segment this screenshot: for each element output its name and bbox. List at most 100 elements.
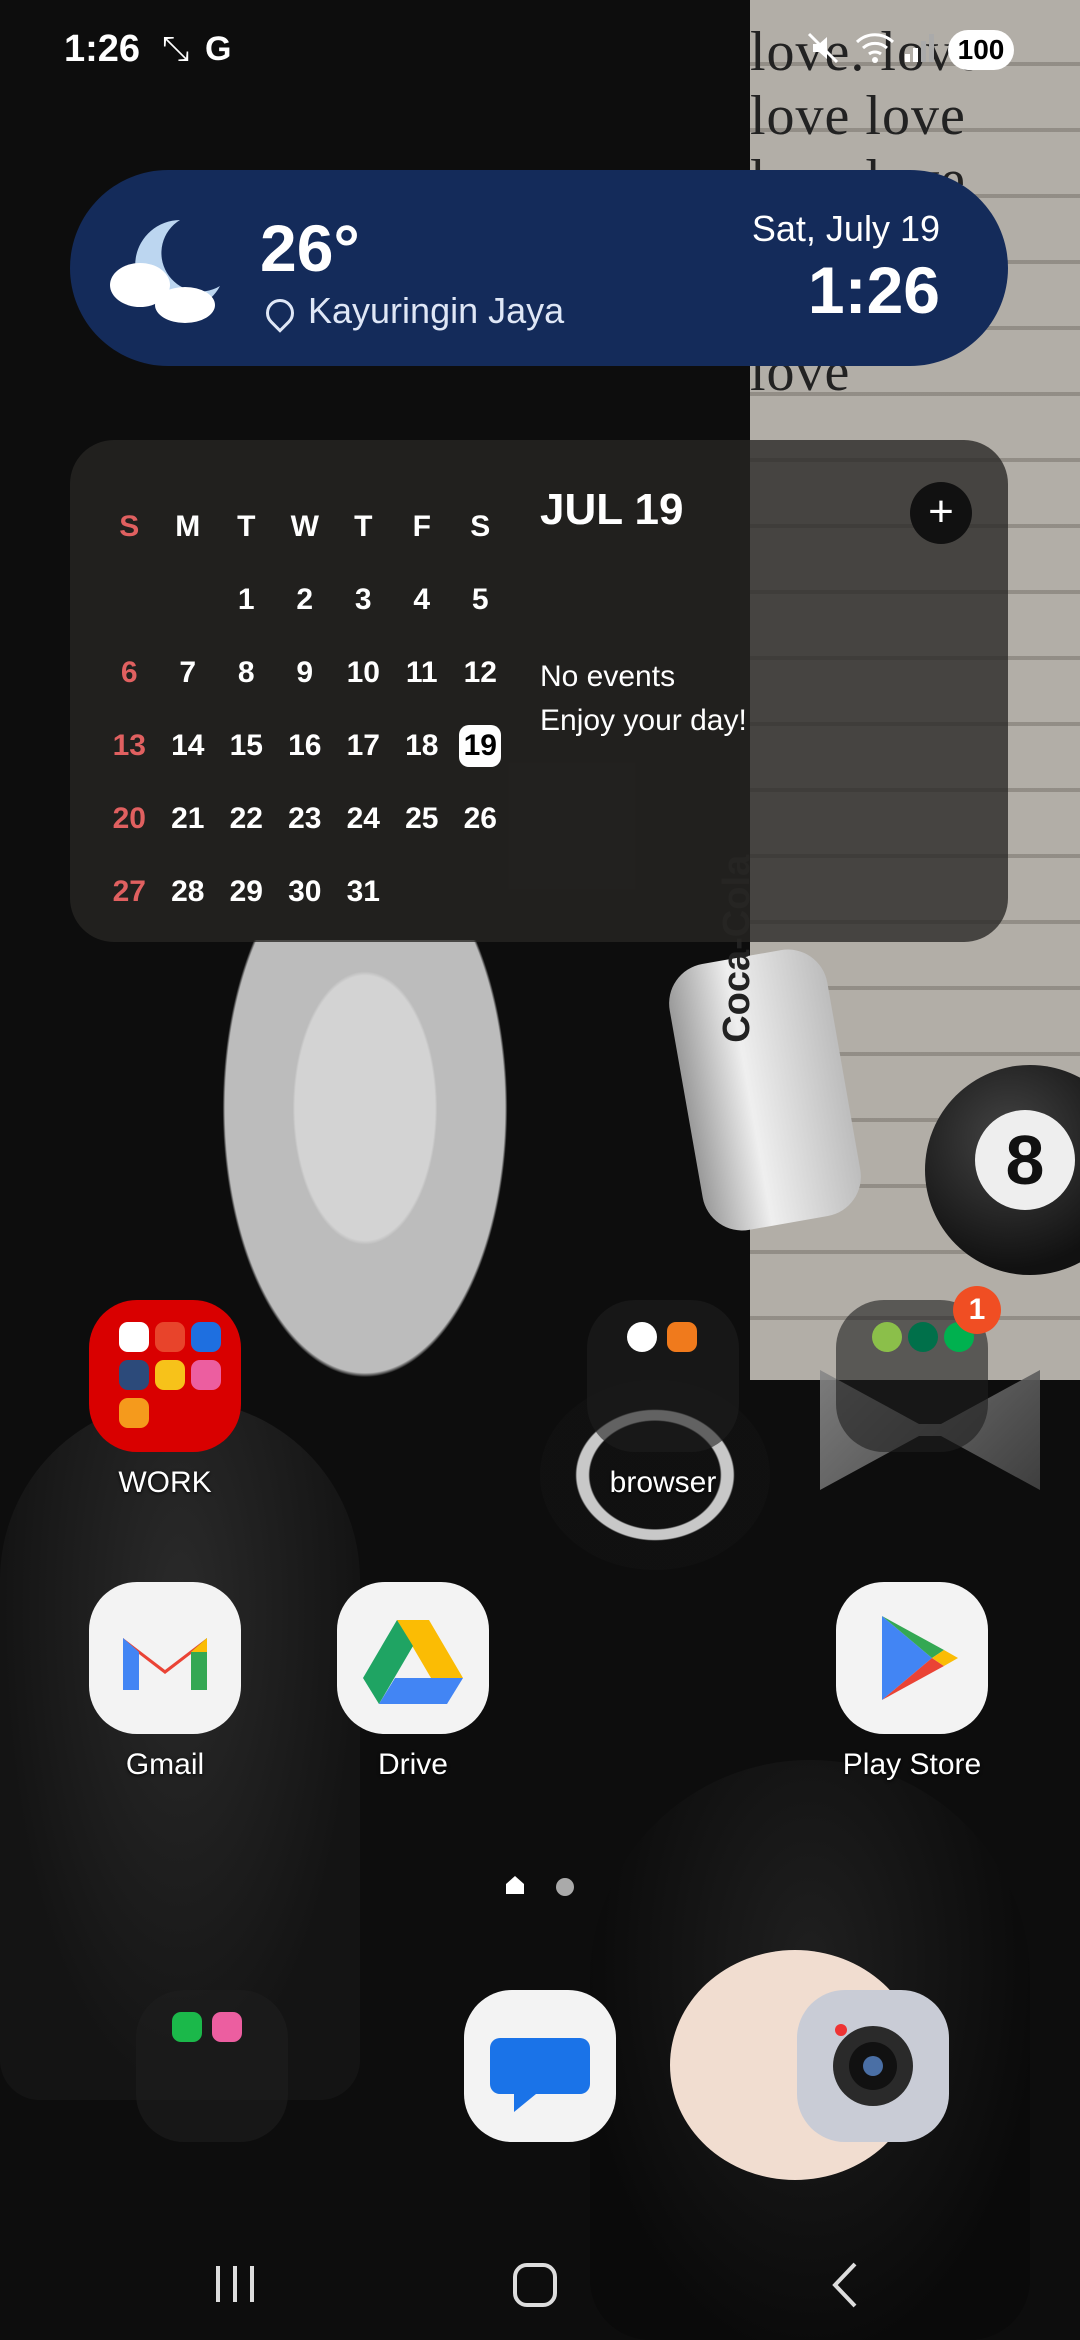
calendar-selected-date: JUL 19 — [540, 485, 684, 534]
calendar-day[interactable]: 8 — [217, 656, 276, 690]
calendar-week-row: 6 7 8 9 10 11 12 — [100, 636, 520, 709]
starbucks-icon — [908, 1322, 938, 1352]
app-icon — [119, 1360, 149, 1390]
wifi-icon — [855, 30, 895, 73]
folder-unnamed[interactable]: 1 — [812, 1286, 1012, 1452]
gallery-icon — [212, 2012, 242, 2042]
add-event-button[interactable]: + — [910, 482, 972, 544]
phone-icon — [172, 2012, 202, 2042]
dock-camera[interactable] — [773, 1990, 973, 2142]
weather-location: Kayuringin Jaya — [260, 290, 565, 334]
calendar-weekday-row: S M T W T F S — [100, 490, 520, 563]
work-folder-icon — [89, 1300, 241, 1452]
calendar-day[interactable]: 28 — [159, 875, 218, 909]
gmail-icon — [89, 1582, 241, 1734]
calendar-day[interactable]: 9 — [276, 656, 335, 690]
calendar-today-marker: 19 — [459, 724, 502, 767]
dock-folder[interactable] — [112, 1990, 312, 2142]
status-time: 1:26 — [64, 28, 141, 70]
calendar-day[interactable]: 17 — [334, 729, 393, 763]
messages-icon — [464, 1990, 616, 2142]
app-icon — [191, 1322, 221, 1352]
calendar-day[interactable]: 27 — [100, 875, 159, 909]
dock-messages[interactable] — [440, 1990, 640, 2142]
calendar-day[interactable]: 24 — [334, 802, 393, 836]
calendar-day[interactable]: 11 — [393, 656, 452, 690]
app-icon — [155, 1322, 185, 1352]
app-label: Play Store — [842, 1748, 982, 1781]
calendar-day[interactable]: 12 — [451, 656, 510, 690]
calendar-week-row: 27 28 29 30 31 — [100, 855, 520, 928]
calendar-week-row: 12345 — [100, 563, 520, 636]
status-bar: 1:26 ⤡ G 100 — [0, 0, 1080, 100]
recent-apps-button[interactable] — [190, 2250, 280, 2320]
calendar-day[interactable]: 14 — [159, 729, 218, 763]
google-drive-icon — [337, 1582, 489, 1734]
weather-clock: 1:26 — [807, 253, 940, 327]
mute-icon — [805, 30, 841, 75]
calendar-day[interactable]: 16 — [276, 729, 335, 763]
folder-work[interactable]: WORK — [65, 1300, 265, 1500]
notification-badge: 1 — [953, 1286, 1001, 1334]
calendar-day[interactable]: 6 — [100, 656, 159, 690]
enjoy-day-text: Enjoy your day! — [540, 704, 747, 737]
rotate-icon: ⤡ — [162, 30, 190, 68]
gallery-icon — [191, 1360, 221, 1390]
slack-icon — [119, 1322, 149, 1352]
app-gmail[interactable]: Gmail — [65, 1582, 265, 1782]
calendar-day[interactable]: 20 — [100, 802, 159, 836]
no-events-text: No events — [540, 660, 676, 693]
calendar-day[interactable]: 2 — [276, 583, 335, 617]
calendar-day[interactable]: 23 — [276, 802, 335, 836]
weather-date: Sat, July 19 — [751, 208, 940, 249]
app-drive[interactable]: Drive — [313, 1582, 513, 1782]
calendar-day[interactable]: 22 — [217, 802, 276, 836]
calendar-day[interactable]: 31 — [334, 875, 393, 909]
app-label: Gmail — [125, 1748, 205, 1781]
location-pin-icon — [260, 293, 300, 334]
weekday-label: S — [119, 509, 140, 543]
calendar-day[interactable]: 18 — [393, 729, 452, 763]
calendar-day[interactable]: 10 — [334, 656, 393, 690]
weekday-label: T — [354, 509, 373, 543]
app-label: Drive — [377, 1748, 448, 1781]
calendar-day[interactable]: 3 — [334, 583, 393, 617]
calendar-day[interactable]: 25 — [393, 802, 452, 836]
page-indicator-dot[interactable] — [556, 1878, 574, 1896]
calendar-day[interactable]: 4 — [393, 583, 452, 617]
weekday-label: S — [470, 509, 491, 543]
calendar-week-row: 20 21 22 23 24 25 26 — [100, 782, 520, 855]
calendar-day[interactable]: 13 — [100, 729, 159, 763]
play-store-icon — [836, 1582, 988, 1734]
calendar-day[interactable]: 15 — [217, 729, 276, 763]
calendar-day[interactable]: 7 — [159, 656, 218, 690]
calendar-day[interactable]: 26 — [451, 802, 510, 836]
signal-icon — [903, 30, 937, 73]
weekday-label: T — [237, 509, 256, 543]
camera-icon — [797, 1990, 949, 2142]
weekday-label: F — [412, 509, 431, 543]
calendar-day[interactable]: 1 — [217, 583, 276, 617]
app-play-store[interactable]: Play Store — [812, 1582, 1012, 1782]
browser-folder-icon — [587, 1300, 739, 1452]
calendar-day[interactable]: 30 — [276, 875, 335, 909]
app-icon — [872, 1322, 902, 1352]
app-icon — [155, 1360, 185, 1390]
home-button[interactable] — [490, 2250, 580, 2320]
calendar-day[interactable]: 19 — [451, 724, 510, 767]
calendar-day[interactable]: 21 — [159, 802, 218, 836]
folder-browser[interactable]: browser — [563, 1300, 763, 1500]
chrome-icon — [627, 1322, 657, 1352]
back-button[interactable] — [800, 2250, 890, 2320]
battery-indicator: 100 — [948, 30, 1014, 70]
calendar-day[interactable]: 5 — [451, 583, 510, 617]
home-page-indicator-icon[interactable] — [504, 1874, 526, 1896]
weather-temperature: 26° — [260, 211, 360, 285]
weather-location-label: Kayuringin Jaya — [308, 290, 565, 331]
night-cloudy-icon — [100, 210, 230, 330]
grammarly-icon: G — [205, 30, 232, 68]
app-icon — [119, 1398, 149, 1428]
calendar-month-grid: S M T W T F S 1 2 3 4 5 6 7 8 9 10 11 12 13 14 15 16 17 1… — [100, 490, 520, 928]
folder-label: browser — [609, 1466, 717, 1499]
calendar-day[interactable]: 29 — [217, 875, 276, 909]
